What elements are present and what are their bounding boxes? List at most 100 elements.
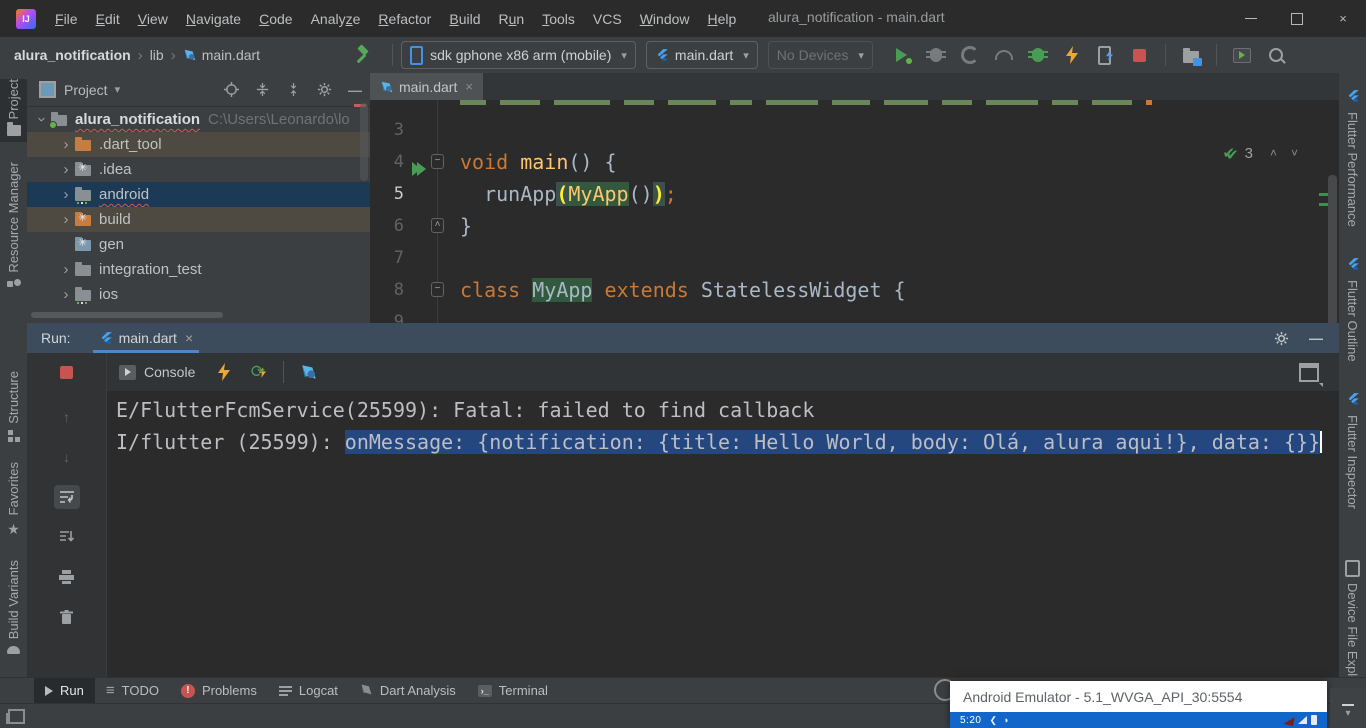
code-line-9[interactable]: 9 bbox=[370, 306, 1327, 323]
tree-chevron-icon[interactable]: › bbox=[57, 261, 75, 278]
editor-scrollbar[interactable] bbox=[1328, 175, 1337, 323]
performance-profile-button[interactable] bbox=[993, 44, 1015, 66]
menu-build[interactable]: Build bbox=[440, 7, 489, 31]
close-tab-icon[interactable]: × bbox=[465, 79, 473, 94]
layout-settings-icon[interactable] bbox=[1299, 363, 1319, 382]
fold-marker-icon[interactable]: ˄ bbox=[431, 218, 444, 233]
inspections-widget[interactable]: ✔✔ 3 ˄ ˅ bbox=[1222, 142, 1305, 164]
device-selector-dropdown[interactable]: sdk gphone x86 arm (mobile) ▾ bbox=[401, 41, 636, 69]
stripe-tab-flutter-performance[interactable]: Flutter Performance bbox=[1339, 83, 1366, 227]
tree-row-ios[interactable]: ›ios bbox=[27, 282, 370, 307]
stop-button[interactable] bbox=[1129, 44, 1151, 66]
profile-button[interactable] bbox=[959, 44, 981, 66]
menu-view[interactable]: View bbox=[129, 7, 177, 31]
tree-chevron-icon[interactable]: › bbox=[57, 136, 75, 153]
breadcrumb-item[interactable]: main.dart bbox=[202, 47, 260, 63]
breadcrumb-item[interactable]: lib bbox=[150, 47, 164, 63]
run-tab-main-dart[interactable]: main.dart × bbox=[93, 323, 200, 353]
menu-navigate[interactable]: Navigate bbox=[177, 7, 250, 31]
menu-analyze[interactable]: Analyze bbox=[302, 7, 370, 31]
menu-vcs[interactable]: VCS bbox=[584, 7, 631, 31]
run-panel-settings-gear-icon[interactable] bbox=[1274, 331, 1289, 346]
menu-run[interactable]: Run bbox=[490, 7, 534, 31]
stripe-tab-resource-manager[interactable]: Resource Manager bbox=[0, 162, 27, 297]
tree-row-dart_tool[interactable]: ›.dart_tool bbox=[27, 132, 370, 157]
tree-vertical-scrollbar[interactable] bbox=[360, 103, 368, 181]
stripe-tab-structure[interactable]: Structure bbox=[0, 371, 27, 448]
code-line-8[interactable]: 8−class MyApp extends StatelessWidget { bbox=[370, 274, 1327, 306]
expand-all-button[interactable] bbox=[255, 82, 270, 97]
build-hammer-icon[interactable] bbox=[356, 46, 374, 64]
stripe-tab-build-variants[interactable]: Build Variants bbox=[0, 560, 27, 659]
target-selector-dropdown[interactable]: No Devices ▾ bbox=[768, 41, 873, 69]
run-config-dropdown[interactable]: main.dart ▾ bbox=[646, 41, 758, 69]
hide-tool-window-button[interactable]: — bbox=[348, 82, 362, 98]
emulator-title-bar[interactable]: Android Emulator - 5.1_WVGA_API_30:5554 bbox=[950, 681, 1327, 712]
close-tab-icon[interactable]: × bbox=[185, 330, 193, 346]
tool-window-button-todo[interactable]: ≡TODO bbox=[95, 678, 170, 703]
tree-chevron-icon[interactable]: › bbox=[57, 286, 75, 303]
search-everywhere-button[interactable] bbox=[1265, 44, 1287, 66]
project-structure-button[interactable] bbox=[1180, 44, 1202, 66]
minimize-button[interactable] bbox=[1228, 0, 1274, 37]
hot-reload-button[interactable] bbox=[213, 361, 235, 383]
soft-wrap-button[interactable] bbox=[54, 485, 80, 509]
console-output[interactable]: E/FlutterFcmService(25599): Fatal: faile… bbox=[107, 391, 1339, 677]
menu-edit[interactable]: Edit bbox=[87, 7, 129, 31]
tool-window-button-dart-analysis[interactable]: Dart Analysis bbox=[349, 678, 467, 703]
code-area[interactable]: 34−void main() {5 runApp(MyApp());6˄}78−… bbox=[370, 100, 1339, 323]
tree-row-idea[interactable]: ›✳.idea bbox=[27, 157, 370, 182]
tool-window-button-run[interactable]: Run bbox=[34, 678, 95, 703]
console-tab[interactable]: Console bbox=[119, 364, 195, 380]
stripe-tab-flutter-outline[interactable]: Flutter Outline bbox=[1339, 251, 1366, 362]
close-button[interactable]: × bbox=[1320, 0, 1366, 37]
flutter-attach-button[interactable] bbox=[1027, 44, 1049, 66]
code-line-7[interactable]: 7 bbox=[370, 242, 1327, 274]
tree-row-integration_test[interactable]: ›integration_test bbox=[27, 257, 370, 282]
tree-row-build[interactable]: ›✳build bbox=[27, 207, 370, 232]
code-line-5[interactable]: 5 runApp(MyApp()); bbox=[370, 178, 1327, 210]
avd-manager-button[interactable] bbox=[1231, 44, 1253, 66]
tree-chevron-icon[interactable]: › bbox=[57, 161, 75, 178]
stripe-tab-project[interactable]: Project bbox=[0, 79, 27, 142]
prev-problem-icon[interactable]: ˄ bbox=[1270, 146, 1277, 160]
tree-chevron-icon[interactable]: › bbox=[57, 211, 75, 228]
code-line-6[interactable]: 6˄} bbox=[370, 210, 1327, 242]
hide-run-panel-button[interactable]: — bbox=[1309, 330, 1323, 346]
scroll-to-end-button[interactable] bbox=[54, 525, 80, 549]
print-button[interactable] bbox=[54, 565, 80, 589]
tool-window-button-terminal[interactable]: ›_Terminal bbox=[467, 678, 559, 703]
tree-row-alura_notification[interactable]: ›alura_notificationC:\Users\Leonardo\lo bbox=[27, 107, 370, 132]
hot-reload-button[interactable] bbox=[1061, 44, 1083, 66]
tree-row-gen[interactable]: ✳gen bbox=[27, 232, 370, 257]
stripe-tab-favorites[interactable]: Favorites★ bbox=[0, 462, 27, 544]
code-line-3[interactable]: 3 bbox=[370, 114, 1327, 146]
debug-button[interactable] bbox=[925, 44, 947, 66]
down-stacktrace-icon[interactable]: ↓ bbox=[54, 445, 80, 469]
clear-console-trash-icon[interactable] bbox=[54, 605, 80, 629]
project-panel-title[interactable]: Project bbox=[64, 82, 108, 98]
open-devtools-dart-icon[interactable] bbox=[298, 361, 320, 383]
menu-window[interactable]: Window bbox=[631, 7, 699, 31]
run-button[interactable] bbox=[891, 44, 913, 66]
maximize-button[interactable] bbox=[1274, 0, 1320, 37]
up-stacktrace-icon[interactable]: ↑ bbox=[54, 405, 80, 429]
breadcrumb-item[interactable]: alura_notification bbox=[14, 47, 131, 63]
locate-file-button[interactable] bbox=[224, 82, 239, 97]
toggle-tool-window-bars-icon[interactable] bbox=[8, 709, 25, 724]
tree-chevron-icon[interactable]: › bbox=[57, 186, 75, 203]
android-emulator-window[interactable]: Android Emulator - 5.1_WVGA_API_30:5554 … bbox=[950, 681, 1327, 728]
attach-debugger-to-device-button[interactable] bbox=[1095, 44, 1117, 66]
next-problem-icon[interactable]: ˅ bbox=[1291, 146, 1298, 160]
menu-refactor[interactable]: Refactor bbox=[369, 7, 440, 31]
menu-file[interactable]: File bbox=[46, 7, 87, 31]
hot-restart-button[interactable]: ⟳ bbox=[247, 361, 269, 383]
fold-marker-icon[interactable]: − bbox=[431, 282, 444, 297]
menu-help[interactable]: Help bbox=[699, 7, 746, 31]
fold-marker-icon[interactable]: − bbox=[431, 154, 444, 169]
editor-tab-main-dart[interactable]: main.dart × bbox=[370, 73, 483, 100]
emulator-side-panel[interactable]: ▾ bbox=[1330, 688, 1366, 728]
tool-window-button-problems[interactable]: !Problems bbox=[170, 678, 268, 703]
stripe-tab-flutter-inspector[interactable]: Flutter Inspector bbox=[1339, 386, 1366, 509]
code-line-4[interactable]: 4−void main() { bbox=[370, 146, 1327, 178]
